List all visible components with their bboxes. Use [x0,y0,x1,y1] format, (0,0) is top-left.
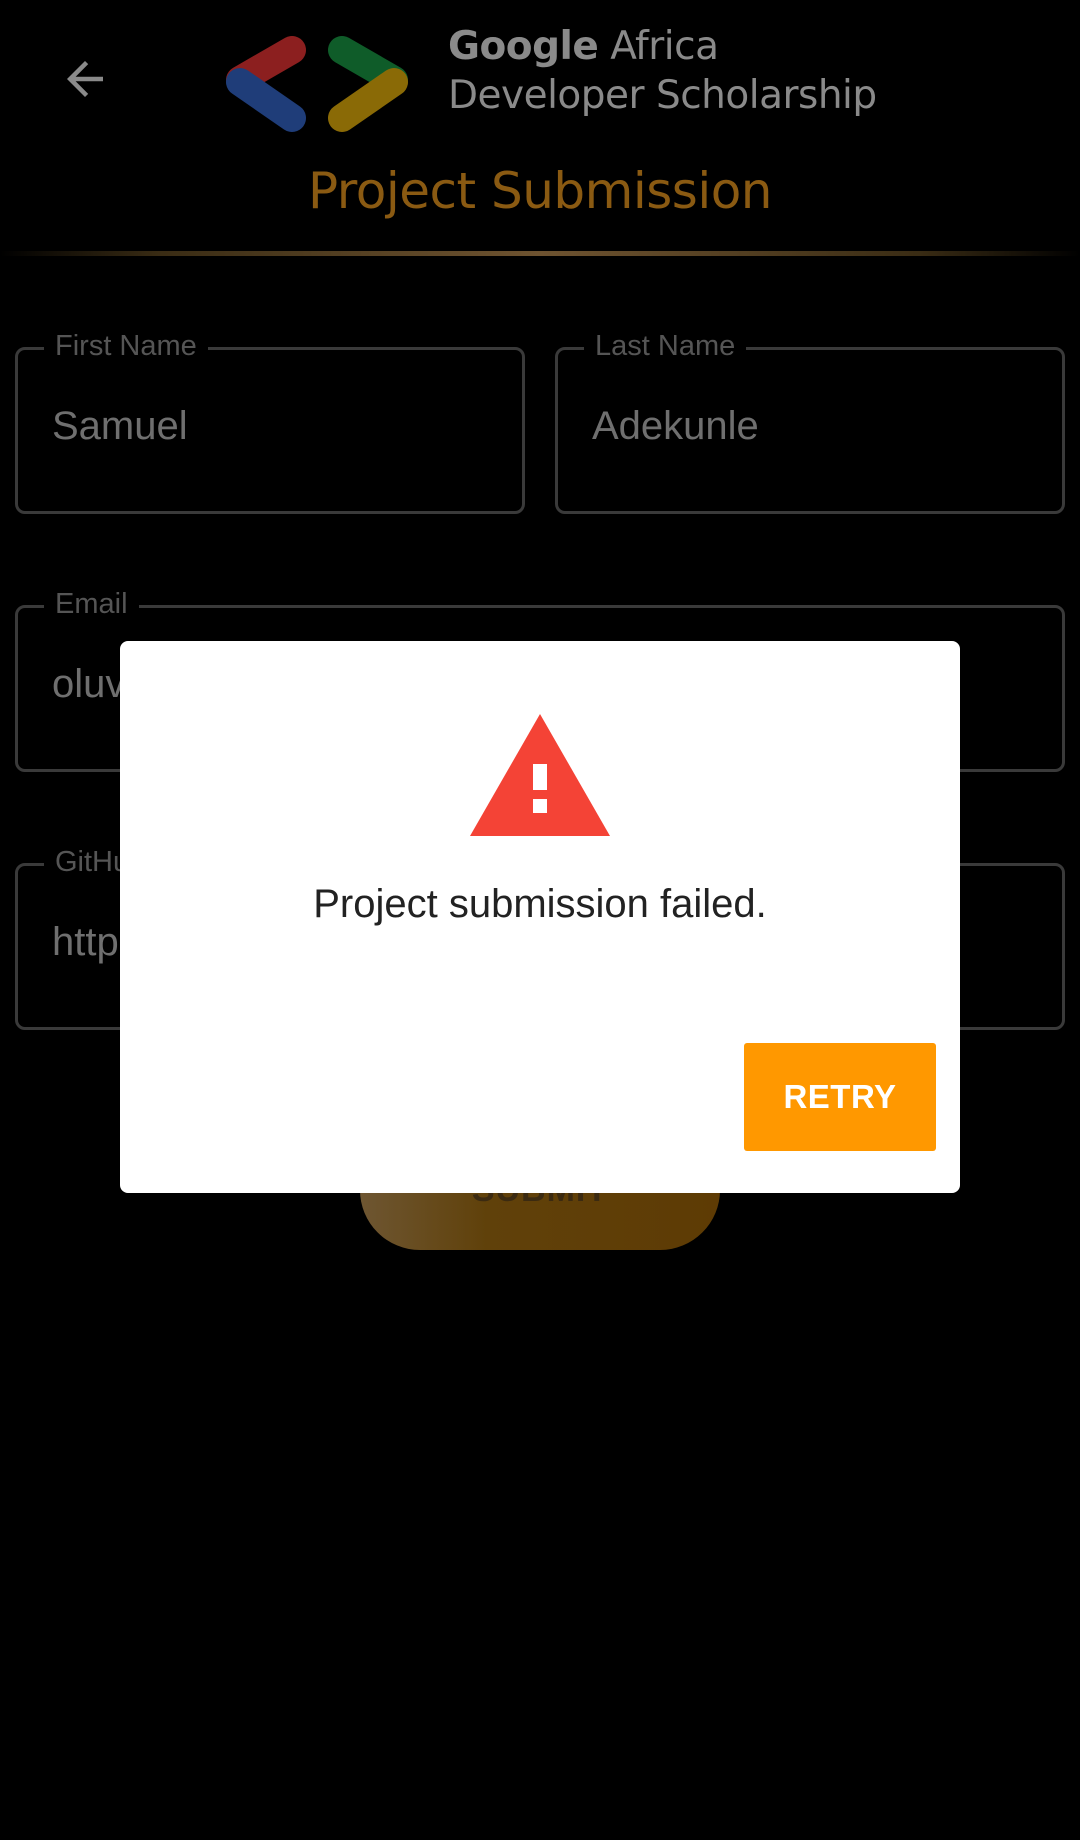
logo-line2: Developer Scholarship [448,73,877,118]
error-dialog: Project submission failed. RETRY [120,641,960,1193]
code-brackets-logo-icon [226,36,408,132]
first-name-label: First Name [44,328,208,364]
logo-wordmark: Google Africa Developer Scholarship [448,22,877,120]
back-button[interactable] [50,44,120,114]
first-name-value: Samuel [52,404,188,448]
last-name-value: Adekunle [592,404,759,448]
email-label: Email [44,586,139,622]
email-value: oluv [52,662,126,706]
logo-line1-rest: Africa [598,24,719,69]
logo-brand: Google [448,24,599,69]
github-link-value: http [52,920,119,964]
warning-triangle-icon [470,714,610,836]
arrow-left-icon [67,61,103,97]
error-message: Project submission failed. [313,882,767,926]
page-title: Project Submission [308,162,773,220]
first-name-field[interactable]: First Name Samuel [15,328,525,514]
title-divider [0,251,1080,256]
last-name-label: Last Name [584,328,747,364]
last-name-field[interactable]: Last Name Adekunle [555,328,1065,514]
retry-button[interactable]: RETRY [744,1043,936,1151]
